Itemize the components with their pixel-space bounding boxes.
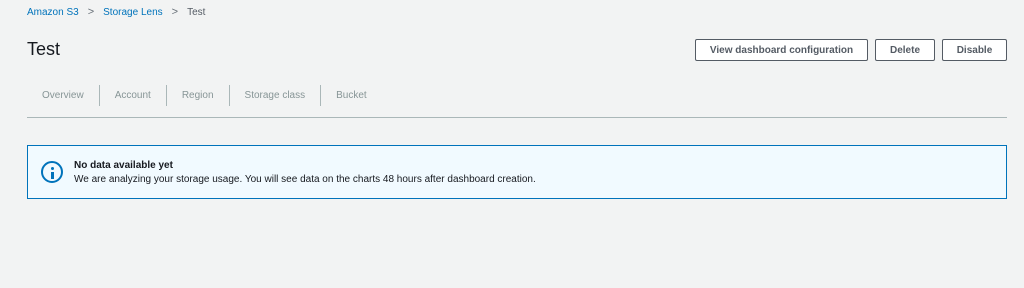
tab-region[interactable]: Region: [167, 85, 230, 106]
header-actions: View dashboard configuration Delete Disa…: [695, 39, 1007, 61]
tab-bucket[interactable]: Bucket: [321, 85, 382, 106]
tab-storage-class[interactable]: Storage class: [230, 85, 322, 106]
chevron-right-icon: >: [171, 6, 179, 18]
delete-button[interactable]: Delete: [875, 39, 935, 61]
alert-message: We are analyzing your storage usage. You…: [74, 173, 536, 185]
alert-content: No data available yet We are analyzing y…: [74, 160, 536, 185]
dashboard-tabs: Overview Account Region Storage class Bu…: [27, 85, 1007, 118]
tab-overview[interactable]: Overview: [27, 85, 100, 106]
breadcrumb-storage-lens[interactable]: Storage Lens: [103, 7, 163, 18]
breadcrumb-amazon-s3[interactable]: Amazon S3: [27, 7, 79, 18]
tab-account[interactable]: Account: [100, 85, 167, 106]
info-icon: [41, 161, 63, 183]
disable-button[interactable]: Disable: [942, 39, 1007, 61]
breadcrumb: Amazon S3 > Storage Lens > Test: [27, 5, 205, 19]
info-alert: No data available yet We are analyzing y…: [27, 145, 1007, 199]
breadcrumb-current: Test: [187, 6, 206, 18]
page-title: Test: [27, 39, 61, 59]
view-dashboard-configuration-button[interactable]: View dashboard configuration: [695, 39, 868, 61]
chevron-right-icon: >: [87, 6, 95, 18]
alert-title: No data available yet: [74, 159, 173, 171]
